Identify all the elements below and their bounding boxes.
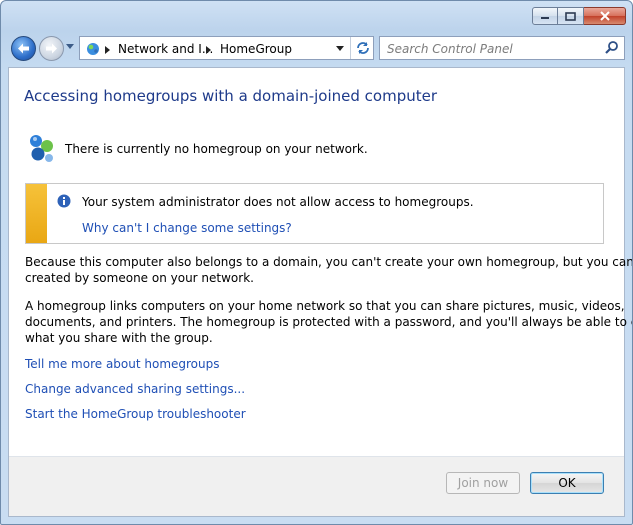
domain-explanation-line: created by someone on your network.	[25, 271, 254, 285]
address-bar[interactable]: Network and I... HomeGroup	[79, 36, 374, 60]
control-panel-window: Network and I... HomeGroup Search Contro…	[0, 0, 633, 525]
breadcrumb-chevron-icon[interactable]	[105, 46, 110, 54]
close-icon	[599, 11, 610, 21]
homegroup-description-line: what you share with the group.	[25, 331, 213, 345]
search-icon[interactable]	[604, 40, 620, 56]
homegroup-troubleshooter-link[interactable]: Start the HomeGroup troubleshooter	[25, 407, 246, 421]
homegroup-description-line: A homegroup links computers on your home…	[25, 299, 625, 313]
address-dropdown-icon[interactable]	[336, 46, 344, 51]
homegroup-description-line: documents, and printers. The homegroup i…	[25, 315, 633, 329]
homegroup-description: A homegroup links computers on your home…	[25, 298, 633, 346]
minimize-icon	[541, 17, 549, 19]
forward-button[interactable]	[39, 36, 64, 61]
refresh-icon	[357, 42, 369, 54]
recent-pages-dropdown-icon[interactable]	[66, 44, 74, 49]
admin-notice-text: Your system administrator does not allow…	[82, 195, 474, 209]
search-box[interactable]: Search Control Panel	[379, 36, 625, 60]
window-controls	[532, 7, 626, 25]
domain-explanation-line: Because this computer also belongs to a …	[25, 255, 633, 269]
ok-button[interactable]: OK	[530, 472, 604, 494]
domain-explanation: Because this computer also belongs to a …	[25, 254, 633, 286]
back-arrow-icon	[18, 43, 29, 54]
why-cant-change-settings-link[interactable]: Why can't I change some settings?	[82, 221, 292, 235]
info-icon	[57, 194, 71, 208]
forward-arrow-icon	[46, 43, 57, 54]
breadcrumb-homegroup[interactable]: HomeGroup	[220, 42, 292, 56]
breadcrumb-network[interactable]: Network and I...	[118, 42, 213, 56]
network-globe-icon	[87, 43, 99, 55]
join-now-button[interactable]: Join now	[446, 472, 520, 494]
homegroup-status: There is currently no homegroup on your …	[65, 142, 368, 156]
admin-notice-box: Your system administrator does not allow…	[25, 183, 604, 244]
tell-me-more-link[interactable]: Tell me more about homegroups	[25, 357, 220, 371]
homegroup-icon	[30, 135, 53, 162]
maximize-icon	[565, 11, 576, 21]
close-button[interactable]	[584, 7, 626, 25]
content-pane: Accessing homegroups with a domain-joine…	[8, 67, 633, 517]
minimize-button[interactable]	[532, 7, 558, 25]
page-title: Accessing homegroups with a domain-joine…	[24, 87, 438, 105]
warning-bar	[26, 184, 47, 243]
maximize-button[interactable]	[558, 7, 584, 25]
breadcrumb-chevron-icon[interactable]	[206, 46, 211, 54]
search-placeholder[interactable]: Search Control Panel	[387, 42, 513, 56]
back-button[interactable]	[11, 36, 36, 61]
navigation-bar: Network and I... HomeGroup Search Contro…	[9, 35, 626, 61]
refresh-button[interactable]	[350, 37, 375, 59]
advanced-sharing-settings-link[interactable]: Change advanced sharing settings...	[25, 382, 245, 396]
